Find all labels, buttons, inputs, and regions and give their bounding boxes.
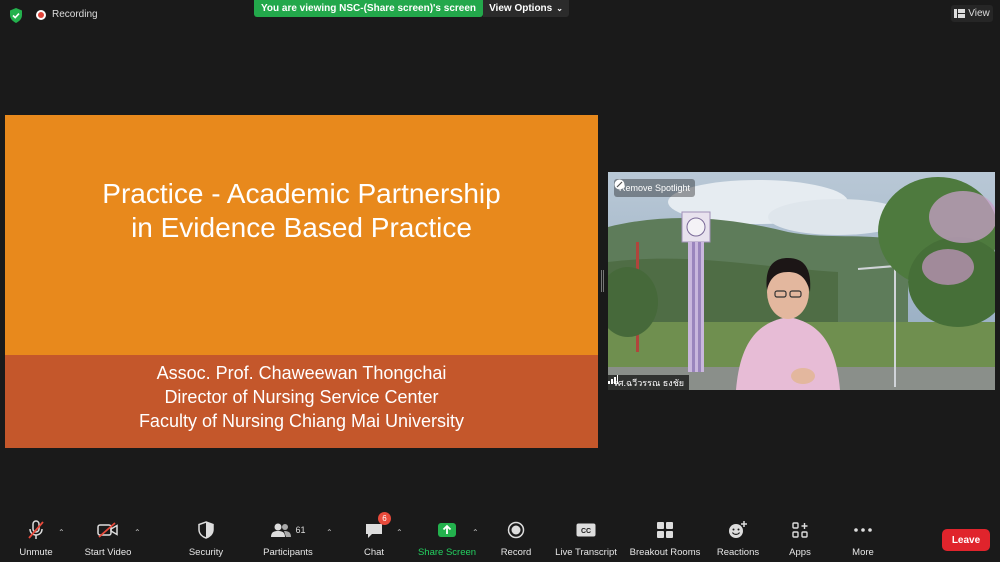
svg-text:CC: CC	[581, 528, 591, 535]
spotlight-icon	[614, 179, 625, 190]
muted-microphone-icon	[28, 520, 44, 539]
presenter-affiliation: Faculty of Nursing Chiang Mai University	[138, 411, 465, 431]
participants-icon	[271, 523, 292, 537]
split-resize-handle[interactable]	[601, 270, 604, 292]
unmute-button[interactable]: Unmute	[15, 515, 57, 562]
presenter-role: Director of Nursing Service Center	[164, 387, 439, 407]
apps-label: Apps	[789, 547, 811, 558]
remove-spotlight-button[interactable]: Remove Spotlight	[614, 179, 696, 197]
view-options-button[interactable]: View Options ⌄	[483, 0, 569, 17]
unmute-label: Unmute	[19, 547, 53, 558]
slide-title-line: in Evidence Based Practice	[131, 212, 472, 243]
slide-subtitle: Assoc. Prof. Chaweewan Thongchai Directo…	[5, 361, 598, 433]
leave-button[interactable]: Leave	[942, 529, 990, 551]
start-video-button[interactable]: Start Video	[82, 515, 134, 562]
video-off-icon	[97, 522, 118, 538]
video-feed-image	[608, 172, 995, 390]
security-shield-icon	[10, 8, 22, 23]
remove-spotlight-label: Remove Spotlight	[619, 183, 691, 193]
chevron-down-icon: ⌄	[556, 4, 563, 13]
video-options-caret-icon[interactable]: ⌃	[134, 528, 141, 537]
security-button[interactable]: Security	[186, 515, 226, 562]
participant-name-tag: รศ.ฉวีวรรณ ธงชัย	[608, 375, 690, 390]
shared-screen-slide: Practice - Academic Partnership in Evide…	[5, 115, 598, 448]
participants-label: Participants	[263, 547, 313, 558]
share-screen-button[interactable]: Share Screen	[417, 515, 477, 562]
security-shield-outline-icon	[198, 521, 214, 539]
participant-count: 61	[295, 525, 306, 535]
participant-name: รศ.ฉวีวรรณ ธงชัย	[613, 377, 685, 388]
slide-title: Practice - Academic Partnership in Evide…	[5, 177, 598, 245]
view-label: View	[968, 8, 990, 19]
chat-unread-badge: 6	[378, 512, 391, 525]
start-video-label: Start Video	[84, 547, 132, 558]
breakout-rooms-grid-icon	[657, 522, 673, 538]
more-label: More	[852, 547, 874, 558]
view-button[interactable]: View	[951, 5, 993, 22]
participant-video-tile[interactable]: Remove Spotlight รศ.ฉวีวรรณ ธงชัย	[608, 172, 995, 390]
apps-button[interactable]: Apps	[785, 515, 815, 562]
record-button[interactable]: Record	[497, 515, 535, 562]
slide-title-line: Practice - Academic Partnership	[102, 178, 501, 209]
live-transcript-button[interactable]: CC Live Transcript	[553, 515, 619, 562]
closed-caption-icon: CC	[576, 523, 596, 537]
participants-button[interactable]: 61 Participants	[260, 515, 316, 562]
breakout-rooms-button[interactable]: Breakout Rooms	[627, 515, 703, 562]
recording-label: Recording	[52, 9, 98, 20]
more-button[interactable]: More	[848, 515, 878, 562]
audio-options-caret-icon[interactable]: ⌃	[58, 528, 65, 537]
chat-options-caret-icon[interactable]: ⌃	[396, 528, 403, 537]
meeting-toolbar: Unmute ⌃ Start Video ⌃ Security 61 Parti…	[0, 512, 1000, 562]
grid-view-icon	[954, 9, 966, 18]
live-transcript-label: Live Transcript	[555, 547, 617, 558]
apps-icon	[792, 522, 808, 538]
reactions-button[interactable]: Reactions	[714, 515, 762, 562]
signal-strength-icon	[608, 375, 618, 384]
view-options-label: View Options	[489, 3, 553, 14]
share-options-caret-icon[interactable]: ⌃	[472, 528, 479, 537]
breakout-rooms-label: Breakout Rooms	[629, 547, 701, 558]
participants-options-caret-icon[interactable]: ⌃	[326, 528, 333, 537]
share-screen-arrow-icon	[438, 523, 456, 537]
presenter-name: Assoc. Prof. Chaweewan Thongchai	[156, 363, 447, 383]
recording-indicator[interactable]: Recording	[36, 9, 98, 20]
record-label: Record	[500, 547, 532, 558]
chat-button[interactable]: 6 Chat	[358, 512, 391, 562]
record-icon	[507, 521, 525, 539]
more-dots-icon	[854, 528, 872, 532]
security-label: Security	[188, 547, 224, 558]
reactions-label: Reactions	[716, 547, 760, 558]
record-dot-icon	[36, 9, 46, 20]
viewing-banner: You are viewing NSC-(Share screen)'s scr…	[254, 0, 483, 17]
smiley-add-icon	[729, 521, 747, 538]
share-screen-label: Share Screen	[417, 547, 477, 558]
chat-label: Chat	[363, 547, 385, 558]
